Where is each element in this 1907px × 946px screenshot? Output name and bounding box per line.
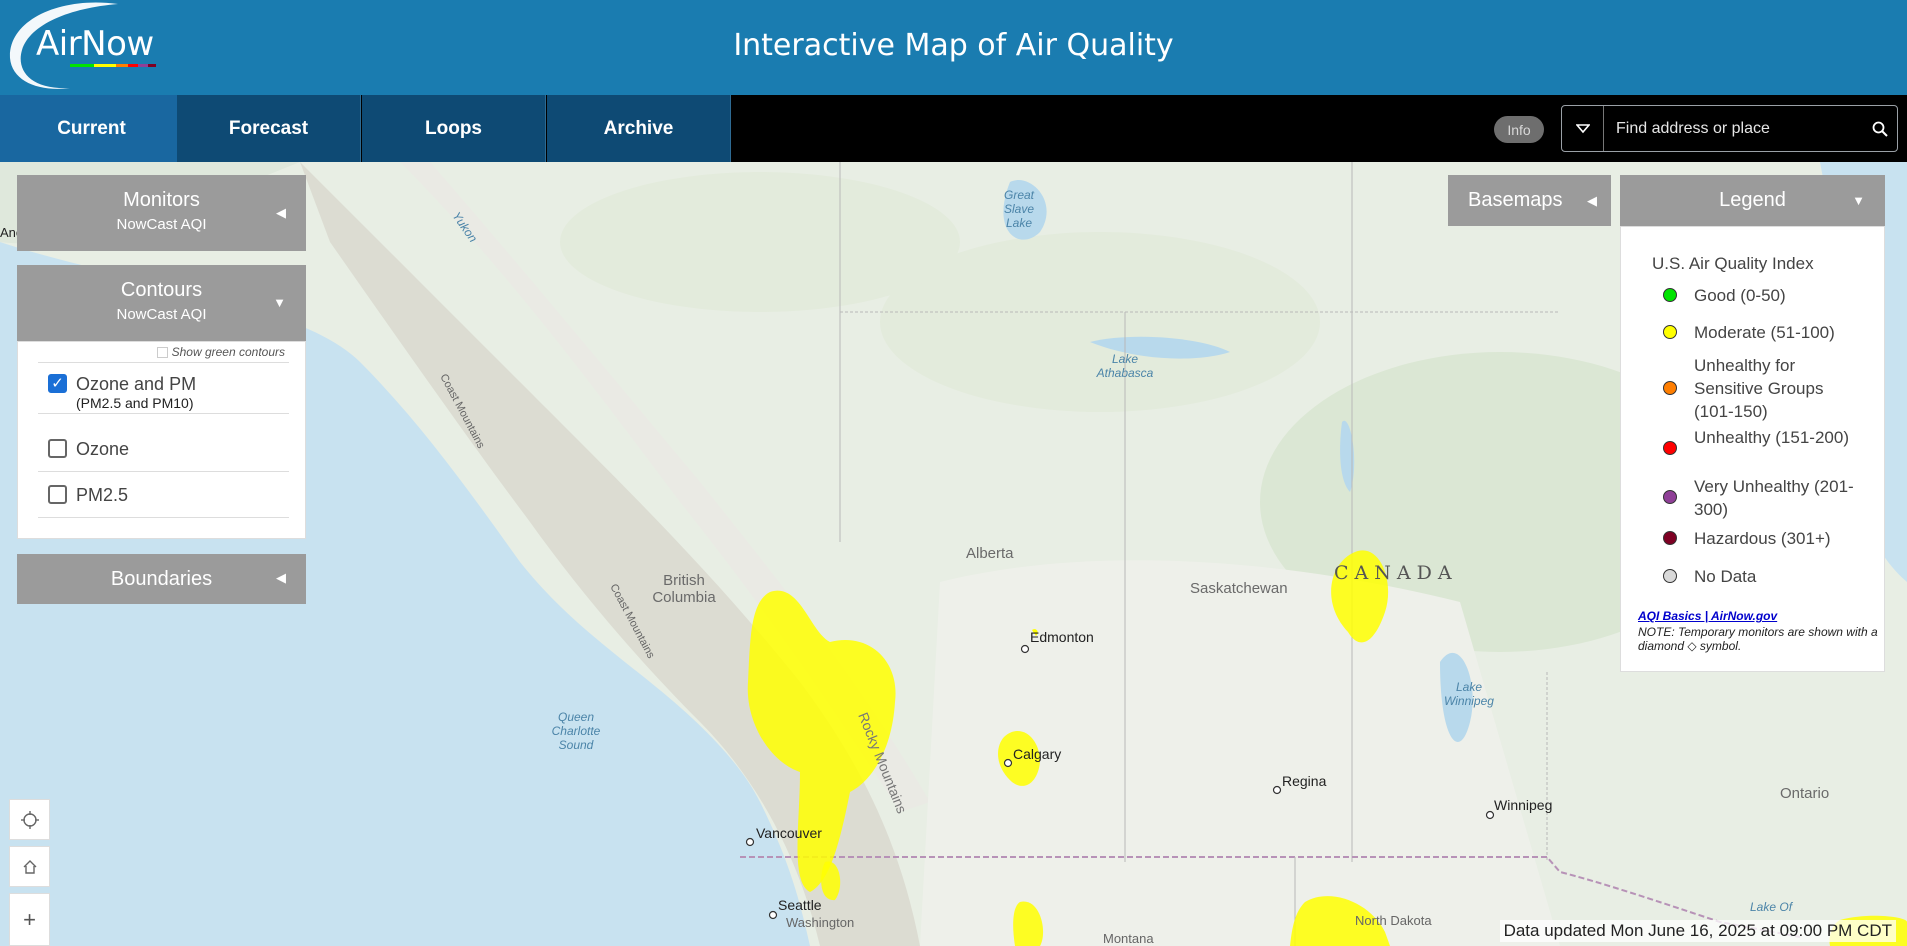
hazardous-swatch: [1663, 531, 1677, 545]
map-label-lake-winnipeg: Lake Winnipeg: [1444, 680, 1494, 708]
ozone-label: Ozone: [76, 439, 130, 459]
header: AirNow Interactive Map of Air Quality: [0, 0, 1907, 95]
pm25-label: PM2.5: [76, 485, 129, 505]
plus-icon: +: [23, 906, 36, 932]
ozone-pm-checkbox[interactable]: ✓: [48, 374, 67, 393]
legend-panel-body: U.S. Air Quality Index Good (0-50) Moder…: [1620, 226, 1885, 672]
unhealthy-swatch: [1663, 441, 1677, 455]
legend-item-usg: Unhealthy for Sensitive Groups (101-150): [1663, 354, 1863, 423]
tab-current[interactable]: Current: [0, 95, 184, 162]
map-label-montana: Montana: [1103, 931, 1154, 946]
collapse-left-icon: ◀: [1587, 192, 1597, 208]
map-label-great-slave-lake: Great Slave Lake: [1003, 188, 1035, 230]
contour-option-ozone[interactable]: Ozone: [38, 427, 289, 472]
ozone-pm-sublabel: (PM2.5 and PM10): [76, 395, 194, 411]
map-label-british-columbia: British Columbia: [652, 572, 716, 606]
moderate-swatch: [1663, 325, 1677, 339]
expand-down-icon: ▼: [273, 295, 286, 310]
map-label-alberta: Alberta: [966, 545, 1014, 562]
aqi-basics-link[interactable]: AQI Basics | AirNow.gov: [1638, 609, 1777, 623]
contours-subtitle: NowCast AQI: [116, 306, 207, 323]
green-contours-checkbox[interactable]: [156, 346, 168, 358]
legend-item-good: Good (0-50): [1663, 284, 1863, 307]
search-input[interactable]: [1604, 119, 1863, 138]
basemaps-label: Basemaps: [1468, 189, 1563, 211]
green-contours-label: Show green contours: [171, 345, 285, 359]
map-label-edmonton: Edmonton: [1030, 629, 1094, 645]
zoom-in-button[interactable]: +: [9, 893, 50, 946]
chevron-down-icon: [1575, 123, 1590, 133]
basemaps-button[interactable]: Basemaps ◀: [1448, 175, 1611, 226]
legend-title: U.S. Air Quality Index: [1652, 254, 1814, 273]
usg-swatch: [1663, 381, 1677, 395]
map-label-seattle: Seattle: [778, 897, 822, 913]
legend-item-unhealthy: Unhealthy (151-200): [1663, 426, 1863, 455]
contours-title: Contours: [120, 279, 203, 301]
collapse-left-icon: ◀: [276, 205, 286, 220]
boundaries-panel-header[interactable]: Boundaries ◀: [17, 554, 306, 604]
info-button[interactable]: Info: [1494, 116, 1544, 143]
legend-item-label: Very Unhealthy (201-300): [1694, 477, 1854, 519]
search-icon: [1872, 121, 1888, 137]
map-label-saskatchewan: Saskatchewan: [1190, 580, 1288, 597]
ozone-checkbox[interactable]: [48, 439, 67, 458]
search-source-dropdown[interactable]: [1562, 106, 1604, 151]
monitors-title: Monitors: [123, 189, 200, 211]
map-label-lake-of: Lake Of: [1750, 900, 1793, 914]
monitors-subtitle: NowCast AQI: [116, 216, 207, 233]
good-swatch: [1663, 288, 1677, 302]
contour-option-pm25[interactable]: PM2.5: [38, 473, 289, 518]
contours-panel-header[interactable]: Contours NowCast AQI ▼: [17, 265, 306, 341]
no-data-swatch: [1663, 569, 1677, 583]
locate-button[interactable]: [9, 799, 50, 840]
map-label-ontario: Ontario: [1780, 785, 1830, 802]
legend-item-label: Unhealthy (151-200): [1694, 428, 1849, 447]
very-unhealthy-swatch: [1663, 490, 1677, 504]
map-label-washington: Washington: [786, 915, 855, 930]
contours-panel-body: Show green contours ✓ Ozone and PM (PM2.5…: [17, 341, 306, 539]
expand-down-icon: ▼: [1852, 193, 1865, 208]
legend-item-very-unhealthy: Very Unhealthy (201-300): [1663, 475, 1863, 521]
home-icon: [23, 859, 36, 874]
map-label-vancouver: Vancouver: [756, 825, 822, 841]
legend-note: NOTE: Temporary monitors are shown with …: [1638, 625, 1878, 653]
legend-item-moderate: Moderate (51-100): [1663, 321, 1863, 344]
legend-item-hazardous: Hazardous (301+): [1663, 527, 1863, 550]
monitors-panel-header[interactable]: Monitors NowCast AQI ◀: [17, 175, 306, 251]
legend-item-label: Moderate (51-100): [1694, 323, 1835, 342]
map-label-regina: Regina: [1282, 773, 1327, 789]
tab-archive[interactable]: Archive: [547, 95, 731, 162]
map-label-canada: CANADA: [1334, 562, 1458, 584]
map-label-winnipeg: Winnipeg: [1494, 797, 1553, 813]
map-label-calgary: Calgary: [1013, 746, 1062, 762]
pm25-checkbox[interactable]: [48, 485, 67, 504]
tab-forecast[interactable]: Forecast: [177, 95, 361, 162]
collapse-left-icon: ◀: [276, 570, 286, 585]
data-updated-status: Data updated Mon June 16, 2025 at 09:00 …: [1499, 920, 1896, 942]
map-label-north-dakota: North Dakota: [1355, 913, 1432, 928]
search-box: [1561, 105, 1898, 152]
legend-panel-header[interactable]: Legend ▼: [1620, 175, 1885, 226]
contour-option-ozone-pm[interactable]: ✓ Ozone and PM (PM2.5 and PM10): [38, 362, 289, 414]
map-label-queen-charlotte-sound: Queen Charlotte Sound: [551, 710, 601, 752]
legend-item-label: Unhealthy for Sensitive Groups (101-150): [1694, 356, 1824, 421]
ozone-pm-label: Ozone and PM: [76, 374, 197, 394]
nav-bar: Current Forecast Loops Archive Info: [0, 95, 1907, 162]
show-green-contours-toggle[interactable]: Show green contours: [156, 345, 285, 359]
legend-item-label: Hazardous (301+): [1694, 529, 1831, 548]
search-button[interactable]: [1863, 106, 1897, 151]
home-button[interactable]: [9, 846, 50, 887]
legend-item-label: No Data: [1694, 567, 1757, 586]
crosshair-icon: [20, 810, 39, 829]
boundaries-title: Boundaries: [110, 568, 213, 590]
legend-item-label: Good (0-50): [1694, 286, 1786, 305]
legend-label: Legend: [1719, 189, 1786, 211]
legend-item-no-data: No Data: [1663, 565, 1863, 588]
tab-loops[interactable]: Loops: [362, 95, 546, 162]
page-title: Interactive Map of Air Quality: [733, 28, 1174, 63]
map-label-lake-athabasca: Lake Athabasca: [1096, 352, 1154, 380]
